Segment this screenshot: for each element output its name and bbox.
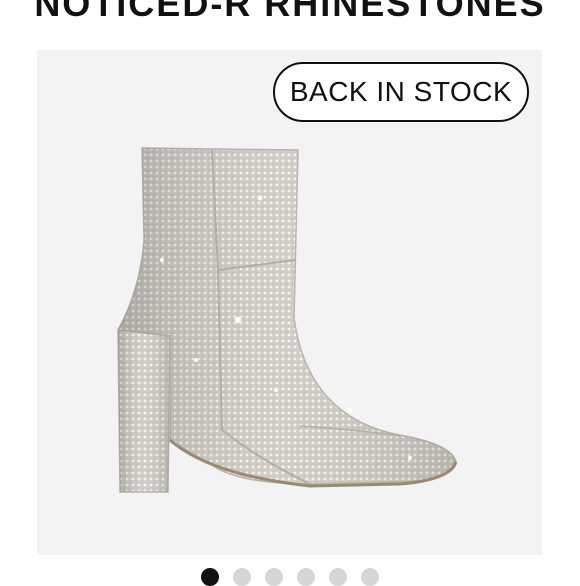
- boot-image[interactable]: [100, 140, 470, 510]
- carousel-dot-2[interactable]: [233, 568, 251, 586]
- carousel-dot-4[interactable]: [297, 568, 315, 586]
- carousel-dot-6[interactable]: [361, 568, 379, 586]
- carousel-dot-3[interactable]: [265, 568, 283, 586]
- carousel-dot-5[interactable]: [329, 568, 347, 586]
- carousel-dots: [0, 568, 580, 586]
- back-in-stock-badge: BACK IN STOCK: [273, 62, 529, 122]
- carousel-dot-1[interactable]: [201, 568, 219, 586]
- product-title: NOTICED-R RHINESTONES: [34, 0, 546, 24]
